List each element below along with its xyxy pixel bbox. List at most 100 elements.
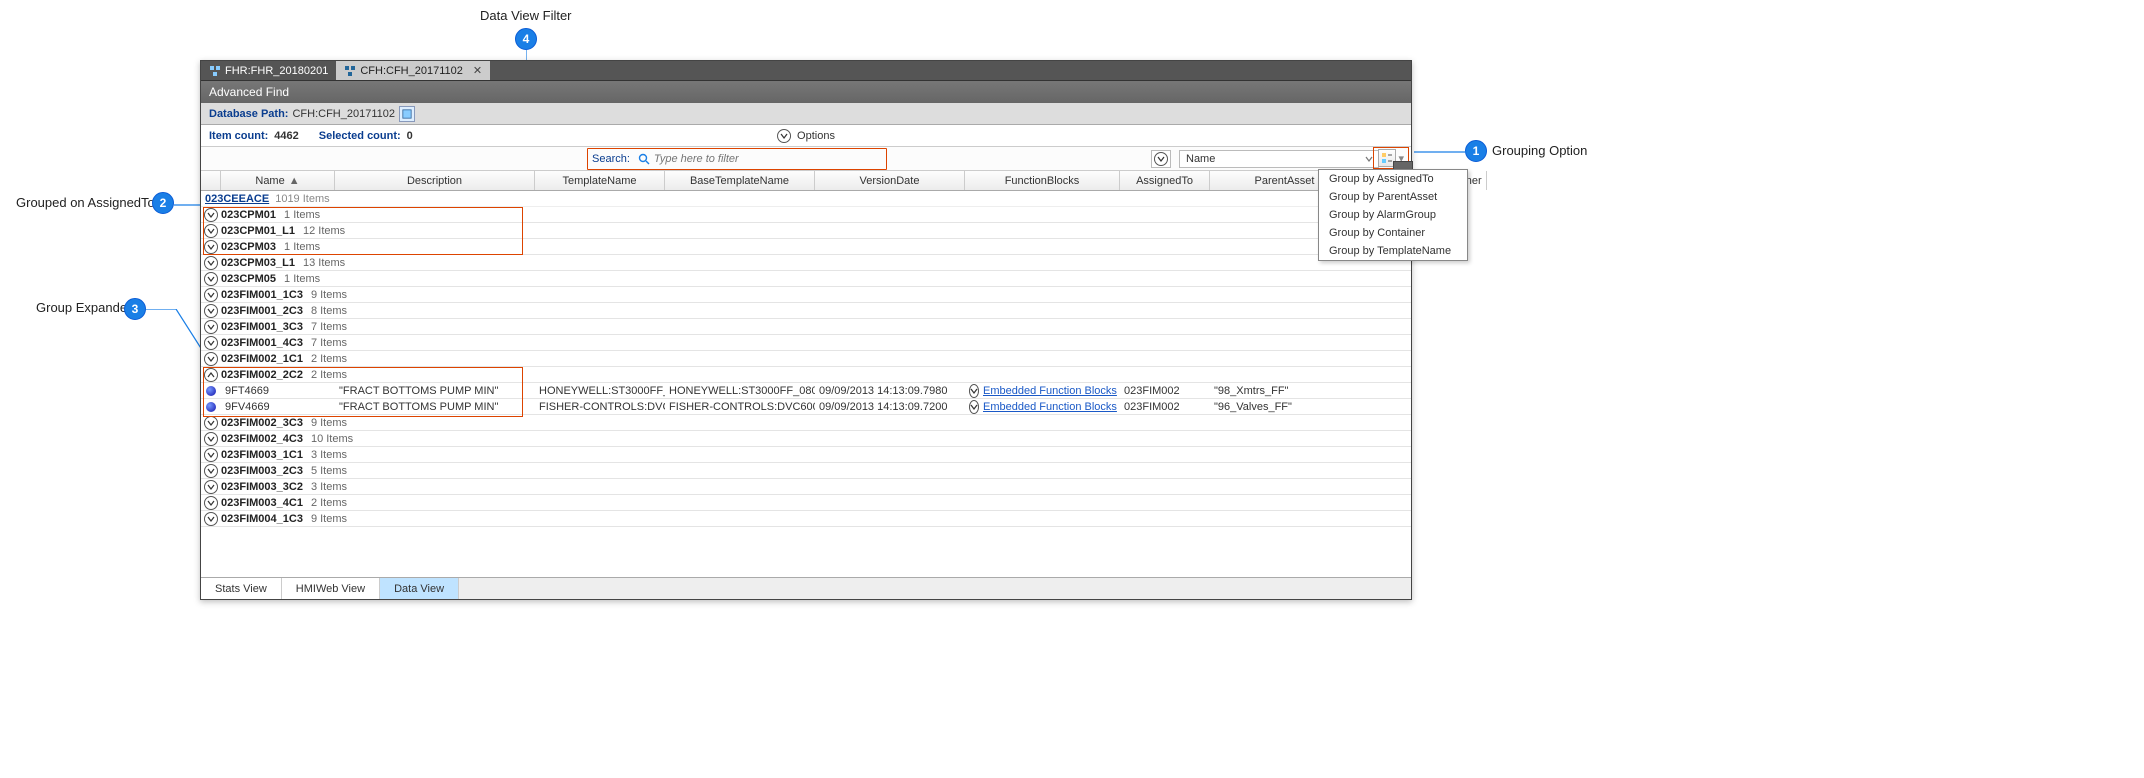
tab-cfh-label: CFH:CFH_20171102 <box>360 65 463 77</box>
callout-2-label: Grouped on AssignedTo <box>16 195 155 210</box>
header-assignedto[interactable]: AssignedTo <box>1120 171 1210 190</box>
group-row[interactable]: 023FIM002_1C1 2 Items <box>201 351 1411 367</box>
group-row[interactable]: 023FIM002_2C2 2 Items <box>201 367 1411 383</box>
header-name[interactable]: Name ▲ <box>221 171 335 190</box>
grid-body[interactable]: 023CEEACE 1019 Items 023CPM01 1 Items 02… <box>201 191 1411 577</box>
grouping-menu-item[interactable]: Group by ParentAsset <box>1319 188 1467 206</box>
group-count: 9 Items <box>311 513 347 525</box>
group-row[interactable]: 023CPM01 1 Items <box>201 207 1411 223</box>
header-functionblocks[interactable]: FunctionBlocks <box>965 171 1120 190</box>
grouping-menu-item[interactable]: Group by TemplateName <box>1319 242 1467 260</box>
group-row[interactable]: 023FIM003_2C3 5 Items <box>201 463 1411 479</box>
search-filter-region: Search: <box>587 148 887 170</box>
grouping-menu-item[interactable]: Group by AlarmGroup <box>1319 206 1467 224</box>
bottom-tab[interactable]: Stats View <box>201 578 282 599</box>
grouping-menu-item[interactable]: Group by Container <box>1319 224 1467 242</box>
group-toggle[interactable] <box>201 320 221 334</box>
callout-1-label: Grouping Option <box>1492 143 1587 158</box>
group-toggle[interactable] <box>201 272 221 286</box>
group-count: 12 Items <box>303 225 345 237</box>
db-path-browse-button[interactable] <box>399 106 415 122</box>
column-header-row: Name ▲ Description TemplateName BaseTemp… <box>201 171 1411 191</box>
cell-basetemplatename: FISHER-CONTROLS:DVC600 <box>665 401 815 413</box>
cell-basetemplatename: HONEYWELL:ST3000FF_080 <box>665 385 815 397</box>
header-functionblocks-label: FunctionBlocks <box>1005 175 1080 187</box>
page-title: Advanced Find <box>209 85 289 99</box>
header-templatename-label: TemplateName <box>563 175 637 187</box>
group-name: 023FIM003_2C3 <box>221 465 311 477</box>
bottom-tab[interactable]: Data View <box>380 578 459 599</box>
group-name: 023FIM003_1C1 <box>221 449 311 461</box>
tab-fhr-label: FHR:FHR_20180201 <box>225 65 328 77</box>
header-versiondate[interactable]: VersionDate <box>815 171 965 190</box>
group-row[interactable]: 023CPM01_L1 12 Items <box>201 223 1411 239</box>
root-group-row[interactable]: 023CEEACE 1019 Items <box>201 191 1411 207</box>
chevron-down-icon <box>777 129 791 143</box>
cell-templatename: HONEYWELL:ST3000FF_080 <box>535 385 665 397</box>
table-row[interactable]: 9FT4669 "FRACT BOTTOMS PUMP MIN" HONEYWE… <box>201 383 1411 399</box>
filter-bar: Search: Name <box>201 147 1411 171</box>
callout-1-bubble: 1 <box>1465 140 1487 162</box>
group-toggle[interactable] <box>201 512 221 526</box>
tab-cfh[interactable]: CFH:CFH_20171102 ✕ <box>336 61 490 80</box>
group-row[interactable]: 023FIM001_1C3 9 Items <box>201 287 1411 303</box>
group-row[interactable]: 023FIM001_4C3 7 Items <box>201 335 1411 351</box>
group-name: 023CPM01 <box>221 209 284 221</box>
group-toggle[interactable] <box>201 336 221 350</box>
header-name-label: Name <box>255 175 284 187</box>
group-row[interactable]: 023FIM002_3C3 9 Items <box>201 415 1411 431</box>
group-toggle[interactable] <box>201 224 221 238</box>
group-row[interactable]: 023CPM05 1 Items <box>201 271 1411 287</box>
group-count: 3 Items <box>311 449 347 461</box>
group-toggle[interactable] <box>201 464 221 478</box>
group-toggle[interactable] <box>201 416 221 430</box>
group-toggle[interactable] <box>201 368 221 382</box>
functionblocks-link[interactable]: Embedded Function Blocks <box>983 401 1117 413</box>
group-row[interactable]: 023FIM001_2C3 8 Items <box>201 303 1411 319</box>
group-row[interactable]: 023FIM003_3C2 3 Items <box>201 479 1411 495</box>
tab-strip: FHR:FHR_20180201 CFH:CFH_20171102 ✕ <box>201 61 1411 81</box>
group-toggle[interactable] <box>201 288 221 302</box>
search-input[interactable] <box>654 149 886 169</box>
search-label: Search: <box>588 153 634 165</box>
item-dot-icon <box>206 386 216 396</box>
group-row[interactable]: 023FIM003_1C1 3 Items <box>201 447 1411 463</box>
chevron-down-icon <box>204 512 218 526</box>
bottom-tab[interactable]: HMIWeb View <box>282 578 380 599</box>
group-row[interactable]: 023FIM004_1C3 9 Items <box>201 511 1411 527</box>
header-description[interactable]: Description <box>335 171 535 190</box>
filter-column-dropdown[interactable]: Name <box>1179 150 1379 168</box>
group-row[interactable]: 023FIM001_3C3 7 Items <box>201 319 1411 335</box>
filter-operator-dropdown[interactable] <box>1151 150 1171 168</box>
group-toggle[interactable] <box>201 448 221 462</box>
chevron-down-icon <box>204 464 218 478</box>
grouping-menu-item[interactable]: Group by AssignedTo <box>1319 170 1467 188</box>
group-toggle[interactable] <box>201 256 221 270</box>
group-row[interactable]: 023FIM002_4C3 10 Items <box>201 431 1411 447</box>
group-toggle[interactable] <box>201 352 221 366</box>
group-toggle[interactable] <box>201 304 221 318</box>
options-toggle[interactable]: Options <box>777 129 835 143</box>
tab-fhr[interactable]: FHR:FHR_20180201 <box>201 61 336 80</box>
root-group-name[interactable]: 023CEEACE <box>205 193 269 205</box>
group-row[interactable]: 023FIM003_4C1 2 Items <box>201 495 1411 511</box>
group-count: 9 Items <box>311 289 347 301</box>
callout-3-bubble: 3 <box>124 298 146 320</box>
chevron-down-icon <box>969 400 979 414</box>
group-toggle[interactable] <box>201 432 221 446</box>
group-toggle[interactable] <box>201 208 221 222</box>
cell-description: "FRACT BOTTOMS PUMP MIN" <box>335 401 535 413</box>
group-name: 023FIM003_4C1 <box>221 497 311 509</box>
group-row[interactable]: 023CPM03 1 Items <box>201 239 1411 255</box>
header-basetemplatename[interactable]: BaseTemplateName <box>665 171 815 190</box>
group-toggle[interactable] <box>201 496 221 510</box>
group-toggle[interactable] <box>201 480 221 494</box>
group-row[interactable]: 023CPM03_L1 13 Items <box>201 255 1411 271</box>
group-toggle[interactable] <box>201 240 221 254</box>
functionblocks-link[interactable]: Embedded Function Blocks <box>983 385 1117 397</box>
table-row[interactable]: 9FV4669 "FRACT BOTTOMS PUMP MIN" FISHER-… <box>201 399 1411 415</box>
cell-name: 9FT4669 <box>221 385 335 397</box>
close-icon[interactable]: ✕ <box>473 64 482 77</box>
callout-1-leader <box>1414 150 1466 154</box>
header-templatename[interactable]: TemplateName <box>535 171 665 190</box>
